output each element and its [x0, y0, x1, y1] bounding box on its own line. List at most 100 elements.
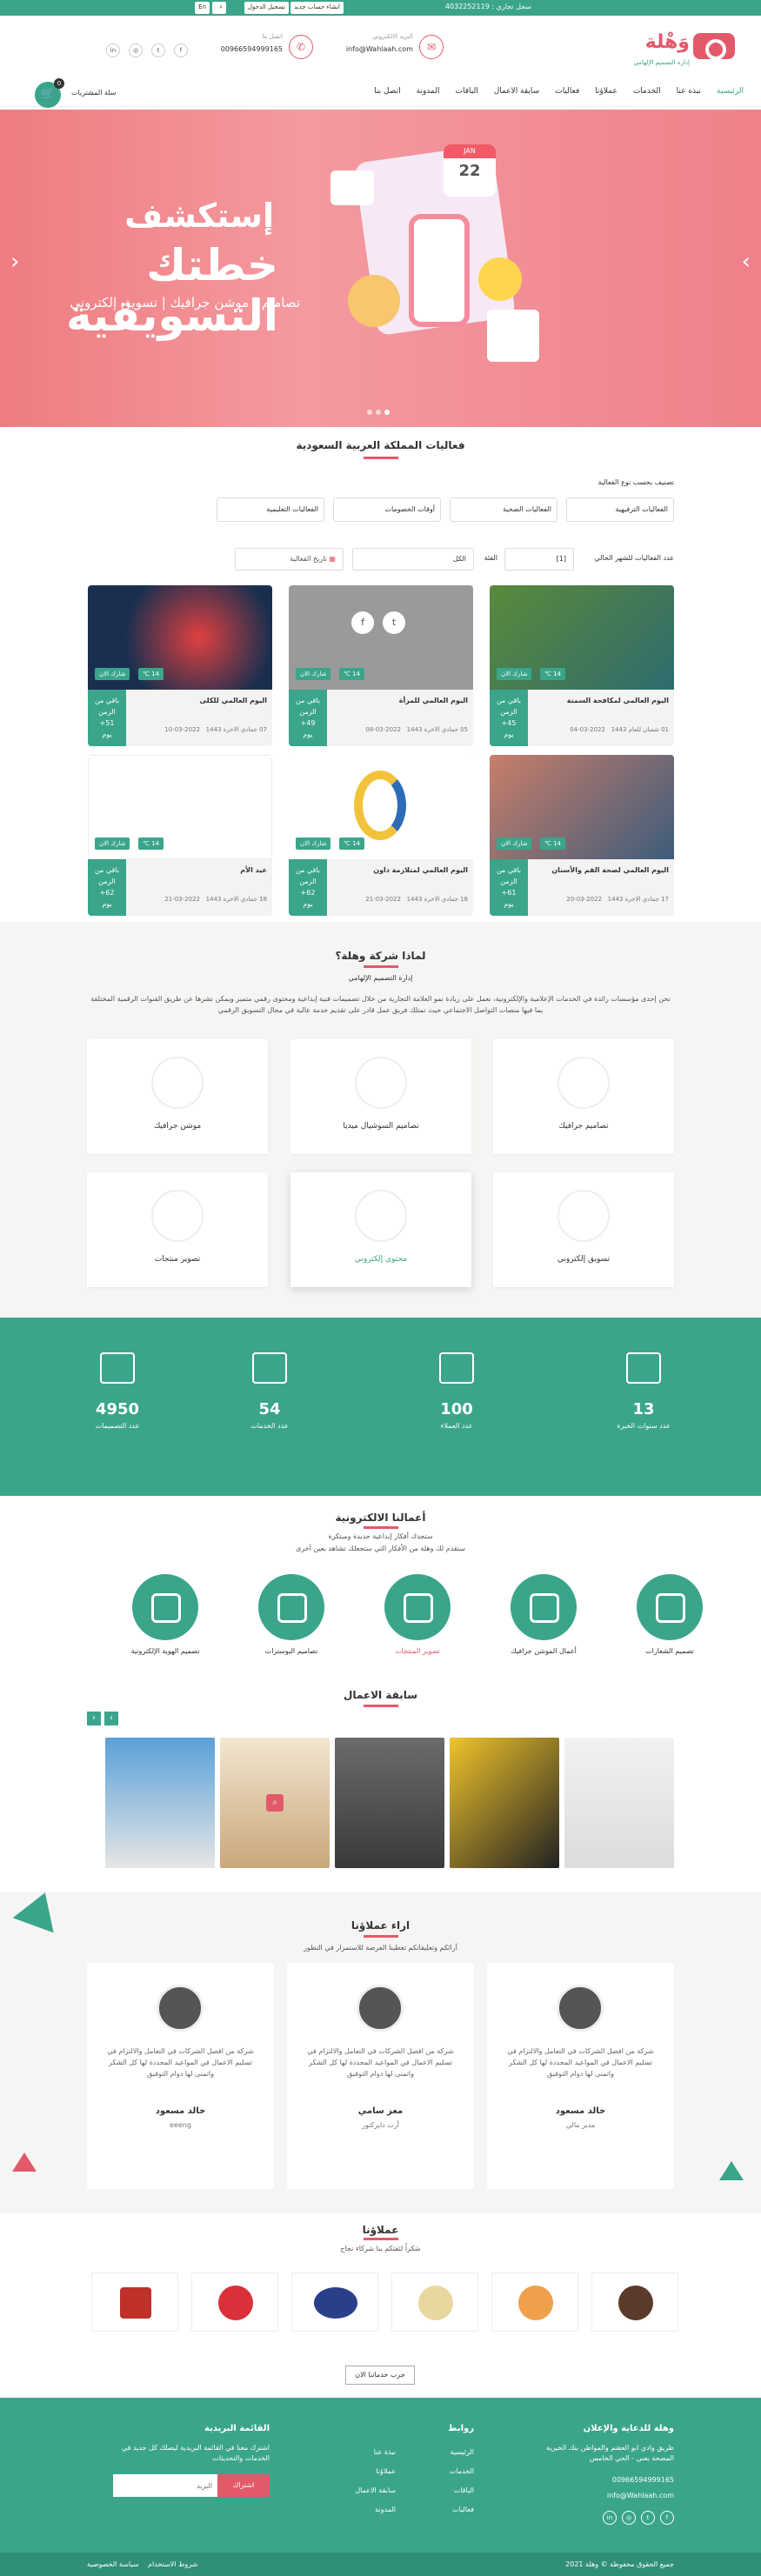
event-card[interactable]: f t شارك الان 14 ℃ باقي من الزمن 49+ يوم ا…	[289, 585, 473, 746]
service-card[interactable]: تسويق إلكتروني	[493, 1172, 674, 1287]
temperature-badge: 14 ℃	[339, 668, 365, 680]
nav-blog[interactable]: المدونة	[417, 87, 440, 96]
facebook-icon[interactable]: f	[660, 2511, 674, 2525]
slider-dot[interactable]	[384, 410, 390, 415]
twitter-icon[interactable]: t	[641, 2511, 655, 2525]
join-now-badge[interactable]: شارك الان	[95, 668, 130, 680]
service-card[interactable]: تصاميم جرافيك	[493, 1039, 674, 1154]
e-marketing-icon	[557, 1190, 610, 1242]
join-now-badge[interactable]: شارك الان	[497, 668, 532, 680]
facebook-icon[interactable]: f	[174, 43, 188, 57]
slider-prev-icon[interactable]: ‹	[10, 249, 19, 275]
footer-link[interactable]: فعاليات	[450, 2500, 474, 2519]
logo-text[interactable]: وَهْلة	[645, 31, 690, 53]
nav-portfolio[interactable]: سابقة الاعمال	[494, 87, 540, 96]
portfolio-prev-icon[interactable]: ‹	[87, 1712, 101, 1725]
portfolio-next-icon[interactable]: ›	[104, 1712, 118, 1725]
portfolio-item[interactable]	[335, 1738, 444, 1868]
nav-about[interactable]: نبذه عنا	[677, 87, 701, 96]
nav-services[interactable]: الخدمات	[633, 87, 661, 96]
service-card[interactable]: تصاميم السوشيال ميديا	[290, 1039, 471, 1154]
twitter-icon[interactable]: t	[383, 611, 405, 634]
filter-discounts[interactable]: أوقات الخصومات	[333, 497, 441, 522]
portfolio-item[interactable]: ⌕	[220, 1738, 330, 1868]
join-now-badge[interactable]: شارك الان	[296, 668, 331, 680]
linkedin-icon[interactable]: in	[603, 2511, 617, 2525]
date-input[interactable]: ▦ تاريخ الفعالية	[235, 548, 344, 571]
event-card[interactable]: شارك الان 14 ℃ باقي من الزمن 62+ يوم عيد ا…	[88, 755, 272, 916]
portfolio-item[interactable]	[564, 1738, 674, 1868]
portfolio-item[interactable]	[105, 1738, 215, 1868]
footer-email[interactable]: info@Wahlaah.com	[607, 2492, 674, 2499]
event-title: اليوم العالمي للمرأة	[398, 697, 468, 704]
footer-phone[interactable]: 00966594999165	[612, 2476, 674, 2484]
search-icon[interactable]: ⌕	[212, 2, 226, 14]
category-select[interactable]: الكل	[352, 548, 474, 571]
footer-address: طريق وادي ابو العشم والمواطن بنك الخيرية…	[546, 2444, 674, 2462]
event-card[interactable]: شارك الان 14 ℃ باقي من الزمن 62+ يوم اليوم…	[289, 755, 473, 916]
designs-icon	[100, 1352, 135, 1384]
join-now-badge[interactable]: شارك الان	[497, 838, 532, 850]
slider-dot[interactable]	[367, 410, 372, 415]
service-card[interactable]: محتوى إلكتروني	[290, 1172, 471, 1287]
service-card[interactable]: تصوير منتجات	[87, 1172, 268, 1287]
instagram-icon[interactable]: ◎	[622, 2511, 636, 2525]
footer-link[interactable]: المدونة	[355, 2500, 396, 2519]
filter-education[interactable]: الفعاليات التعليمية	[217, 497, 324, 522]
events-count: [1]	[504, 548, 574, 571]
try-services-button[interactable]: جرب خدماتنا الان	[345, 2366, 415, 2385]
event-dates: 07 جمادي الاخرة 1443 2022-03-10	[164, 726, 267, 733]
footer-link[interactable]: الخدمات	[450, 2462, 474, 2481]
instagram-icon[interactable]: ◎	[129, 43, 143, 57]
nav-contact[interactable]: اتصل بنا	[374, 87, 400, 96]
footer-link[interactable]: الرئيسية	[450, 2443, 474, 2462]
language-button[interactable]: En	[195, 2, 210, 14]
portfolio-item[interactable]	[450, 1738, 559, 1868]
decor-triangle	[12, 2152, 37, 2172]
temperature-badge: 14 ℃	[138, 838, 164, 850]
testimonial-card: شركة من افضل الشركات في التعامل والالتزا…	[87, 1963, 274, 2189]
nav-events[interactable]: فعاليات	[555, 87, 579, 96]
join-now-badge[interactable]: شارك الان	[95, 838, 130, 850]
event-card[interactable]: شارك الان 14 ℃ باقي من الزمن 61+ يوم اليوم…	[490, 755, 674, 916]
subscribe-button[interactable]: اشتراك	[217, 2474, 270, 2497]
newsletter-email-input[interactable]	[113, 2474, 217, 2497]
footer-link[interactable]: سابقة الاعمال	[355, 2481, 396, 2500]
cart-label[interactable]: سلة المشتريات	[71, 89, 117, 97]
privacy-link[interactable]: سياسة الخصوصية	[87, 2560, 138, 2568]
footer-link[interactable]: نبذة عنا	[355, 2443, 396, 2462]
nav-packages[interactable]: الباقات	[455, 87, 477, 96]
join-now-badge[interactable]: شارك الان	[296, 838, 331, 850]
filter-health[interactable]: الفعاليات الصحية	[450, 497, 557, 522]
client-logo	[491, 2272, 578, 2332]
logo-icon[interactable]	[693, 33, 735, 60]
social-media-icon	[355, 1057, 407, 1109]
footer-link[interactable]: الباقات	[450, 2481, 474, 2500]
clients-section: عملاؤنا شكراً لثقتكم بنا شركاء نجاح جرب …	[0, 2213, 761, 2396]
zoom-icon[interactable]: ⌕	[266, 1794, 284, 1812]
footer-link[interactable]: عملاؤنا	[355, 2462, 396, 2481]
nav-home[interactable]: الرئيسية	[717, 87, 744, 96]
event-card[interactable]: شارك الان 14 ℃ باقي من الزمن 51+ يوم اليوم…	[88, 585, 272, 746]
countdown-box: باقي من الزمن 62+ يوم	[289, 859, 327, 916]
login-button[interactable]: تسجيل الدخول	[244, 2, 289, 14]
email-label: البريد الالكتروني	[372, 33, 413, 40]
twitter-icon[interactable]: t	[151, 43, 165, 57]
event-card[interactable]: شارك الان 14 ℃ باقي من الزمن 45+ يوم اليوم…	[490, 585, 674, 746]
email-link[interactable]: info@Wahlaah.com	[346, 45, 413, 53]
portfolio-title: سابقة الاعمال	[343, 1689, 418, 1701]
slider-next-icon[interactable]: ›	[742, 249, 751, 275]
phone-link[interactable]: 00966594999165	[221, 45, 283, 53]
linkedin-icon[interactable]: in	[106, 43, 120, 57]
create-account-button[interactable]: انشاء حساب جديد	[290, 2, 344, 14]
slider-dot[interactable]	[376, 410, 381, 415]
hero-slider: 22 JAN إستكشف خطتك التسويقية تصاميم | مو…	[0, 110, 761, 427]
nav-clients[interactable]: عملاؤنا	[595, 87, 617, 96]
facebook-icon[interactable]: f	[351, 611, 374, 634]
service-card[interactable]: موشن جرافيك	[87, 1039, 268, 1154]
newsletter-description: اشترك معنا في القائمة البريدية ليصلك كل …	[121, 2444, 270, 2462]
temperature-badge: 14 ℃	[540, 838, 566, 850]
gear-icon	[511, 1574, 577, 1640]
filter-entertainment[interactable]: الفعاليات الترفيهية	[566, 497, 674, 522]
terms-link[interactable]: شروط الاستخدام	[148, 2560, 197, 2568]
